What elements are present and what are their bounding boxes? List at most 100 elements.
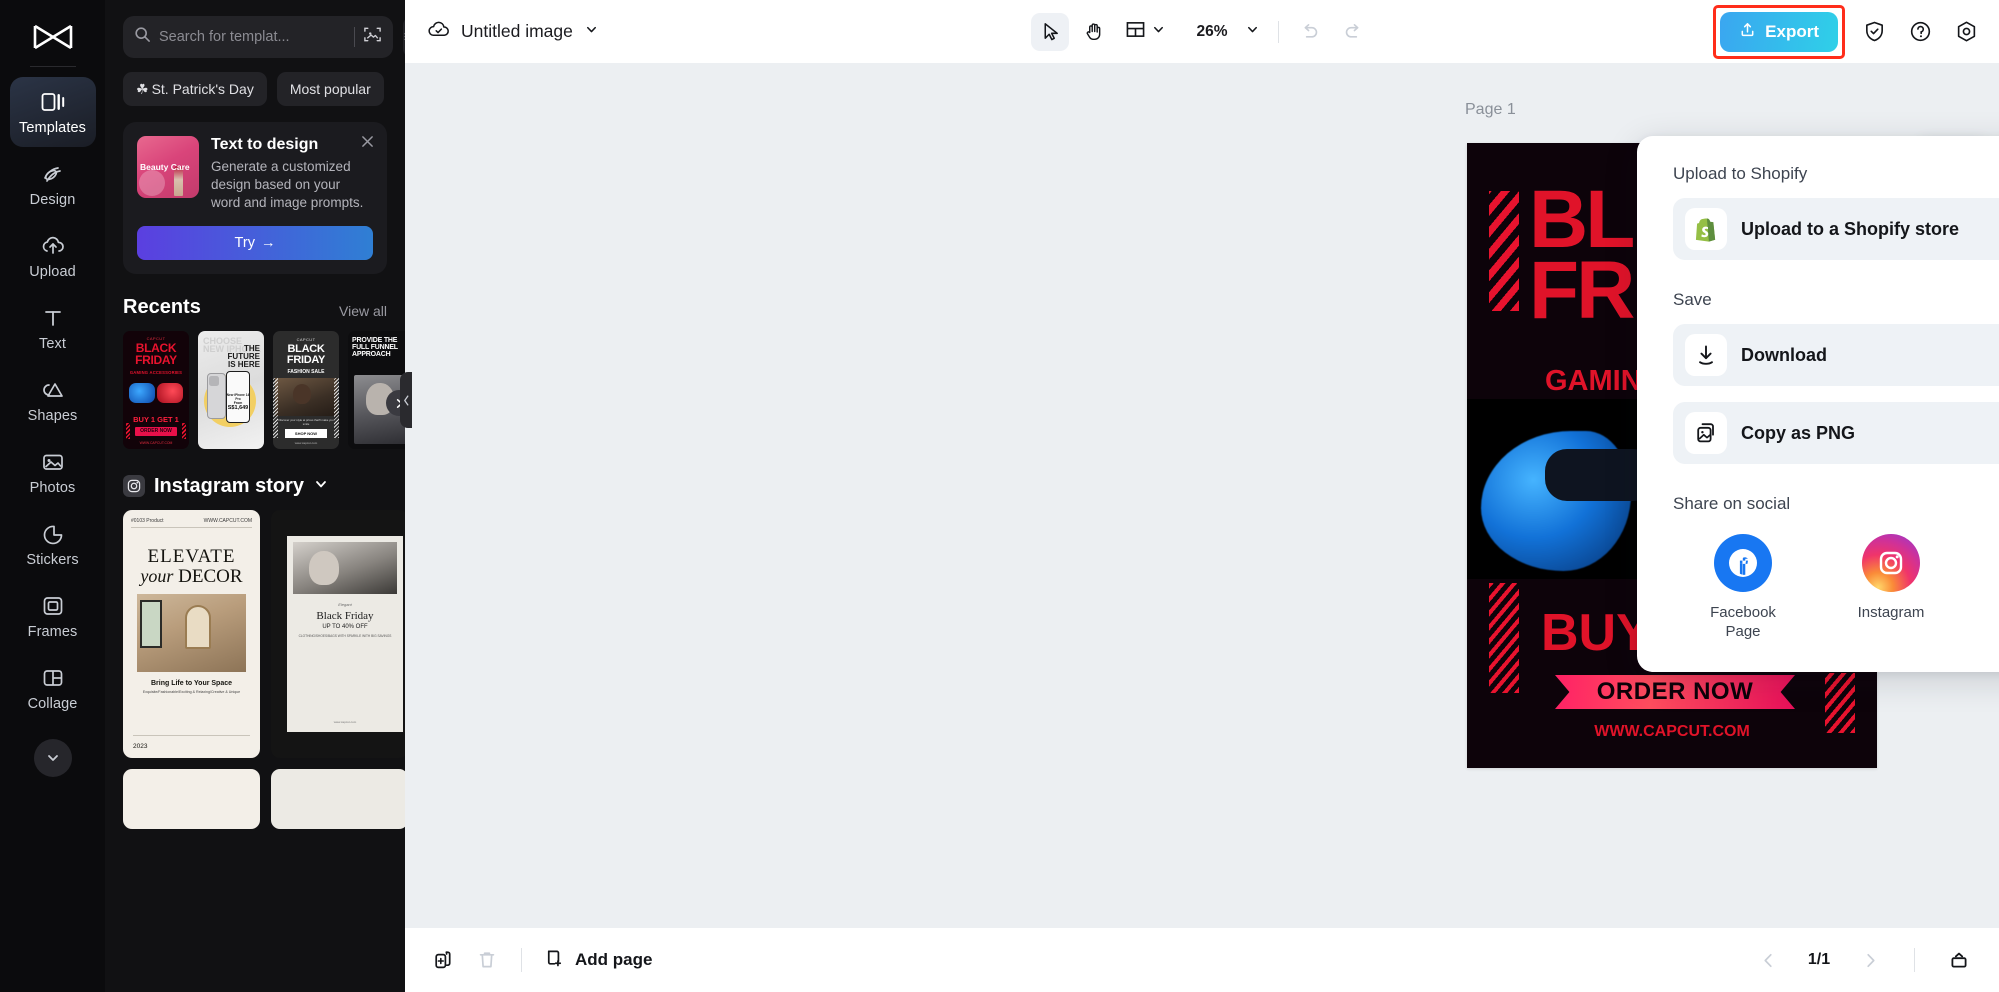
instagram-icon [123, 475, 145, 498]
card-subheadline: your DECOR [140, 565, 243, 587]
template-card-black-friday-elegant[interactable]: Elegant Black Friday UP TO 40% OFF CLOTH… [271, 509, 405, 758]
download-icon [1685, 334, 1727, 376]
shield-check-icon[interactable] [1857, 15, 1891, 49]
sidebar-item-shapes[interactable]: Shapes [10, 365, 96, 435]
photos-icon [40, 449, 66, 475]
template-card-partial[interactable] [123, 768, 260, 829]
templates-icon [40, 89, 66, 115]
recent-template-the-future-is-here[interactable]: CHOOSE NEW IPHONE THE FUTURE IS HERE New i… [198, 330, 264, 449]
recent-template-black-friday-gaming[interactable]: CAPCUT BLACK FRIDAY GAMING ACCESSORIES BU… [123, 330, 189, 449]
sidebar-item-label: Frames [27, 623, 78, 640]
sidebar-item-photos[interactable]: Photos [10, 437, 96, 507]
stickers-icon [40, 521, 66, 547]
copy-image-icon [1685, 412, 1727, 454]
top-toolbar: Untitled image 26% Export [405, 0, 1999, 63]
redo-button[interactable] [1335, 13, 1373, 51]
copy-as-png-label: Copy as PNG [1741, 422, 1856, 443]
thumb-cta: ORDER NOW [135, 426, 177, 436]
social-share-row: Facebook Page Instagram [1673, 534, 1999, 642]
template-card-elevate-your-decor[interactable]: #0103 Product WWW.CAPCUT.COM ELEVATE you… [123, 509, 260, 758]
settings-icon[interactable] [1949, 15, 1983, 49]
search-input[interactable] [159, 29, 346, 45]
artwork-stripes [1489, 191, 1519, 311]
template-card-partial[interactable] [271, 768, 405, 829]
search-row [123, 16, 405, 58]
chevron-down-icon[interactable] [584, 22, 599, 42]
clover-icon: ☘ [136, 80, 149, 97]
editor-main: Untitled image 26% Export Page 1 BL FR G… [405, 0, 1999, 992]
card-headline: ELEVATE [147, 545, 236, 567]
sidebar-item-text[interactable]: Text [10, 293, 96, 363]
chevron-down-icon [1151, 22, 1166, 42]
thumb-brand: CAPCUT [296, 336, 316, 342]
select-tool[interactable] [1031, 12, 1070, 51]
export-section-social: Share on social [1673, 494, 1791, 513]
capcut-logo-icon[interactable] [23, 14, 83, 60]
add-page-icon [544, 947, 565, 973]
thumb-url: www.capcut.com [294, 440, 318, 445]
card-year: 2023 [133, 742, 148, 750]
copy-as-png-row[interactable]: Copy as PNG [1673, 402, 1999, 464]
sidebar-item-stickers[interactable]: Stickers [10, 509, 96, 579]
cloud-saved-icon [427, 19, 450, 45]
share-instagram[interactable]: Instagram [1843, 534, 1939, 642]
sidebar-item-templates[interactable]: Templates [9, 77, 96, 147]
add-page-button[interactable]: Add page [536, 941, 660, 979]
collapse-panel-icon[interactable] [400, 372, 412, 428]
category-instagram-story[interactable]: Instagram story [123, 475, 387, 498]
chip-st-patricks-day[interactable]: ☘ St. Patrick's Day [123, 72, 267, 106]
trash-icon[interactable] [467, 940, 507, 980]
document-name[interactable]: Untitled image [427, 19, 599, 45]
artwork-url: WWW.CAPCUT.COM [1594, 723, 1750, 740]
image-search-icon[interactable] [363, 25, 382, 49]
hand-tool[interactable] [1075, 13, 1113, 51]
canvas-area[interactable]: Page 1 @ BLFR GAMING BUY ORDER NOW WWW.C… [405, 63, 1999, 927]
layout-tool[interactable] [1119, 14, 1172, 50]
try-button[interactable]: Try → [137, 225, 373, 260]
chip-label: Most popular [289, 81, 371, 97]
sidebar-item-upload[interactable]: Upload [10, 221, 96, 291]
duplicate-page-icon[interactable] [423, 940, 463, 980]
card-body: CLOTHING/SHOES/BAGS WITH SPARKLE WITH BI… [298, 633, 392, 638]
card-title: Black Friday [316, 609, 374, 622]
thumb-offer: BUY 1 GET 1 [133, 414, 179, 424]
recent-template-black-friday-fashion[interactable]: CAPCUT BLACK FRIDAY FASHION SALE Discover… [273, 330, 339, 449]
chevron-down-icon[interactable] [33, 739, 72, 777]
help-icon[interactable] [1903, 15, 1937, 49]
recents-header: Recents View all [123, 296, 387, 319]
page-grid-icon[interactable] [1939, 940, 1979, 980]
artwork-cta-ribbon: ORDER NOW [1555, 675, 1795, 709]
chevron-down-icon[interactable] [313, 476, 329, 497]
undo-button[interactable] [1291, 13, 1329, 51]
export-button[interactable]: Export [1720, 11, 1838, 52]
download-row[interactable]: Download [1673, 324, 1999, 386]
share-facebook-page[interactable]: Facebook Page [1695, 534, 1791, 642]
download-label: Download [1741, 344, 1827, 365]
collage-icon [40, 665, 66, 691]
rail-divider [29, 66, 76, 67]
category-template-grid: #0103 Product WWW.CAPCUT.COM ELEVATE you… [123, 509, 405, 758]
view-all-link[interactable]: View all [339, 303, 387, 319]
search-input-wrapper[interactable] [123, 16, 393, 58]
chevron-left-icon[interactable] [1748, 940, 1788, 980]
sidebar-item-label: Stickers [26, 551, 79, 568]
upload-to-shopify-row[interactable]: Upload to a Shopify store [1673, 198, 1999, 260]
toolbar-divider [1277, 20, 1279, 43]
zoom-control[interactable]: 26% [1190, 16, 1265, 48]
sidebar-item-label: Shapes [27, 407, 78, 424]
promo-thumbnail: Beauty Care [137, 136, 199, 198]
sidebar-item-frames[interactable]: Frames [10, 581, 96, 651]
sidebar-item-design[interactable]: Design [10, 149, 96, 219]
chevron-right-icon[interactable] [1850, 940, 1890, 980]
document-title: Untitled image [461, 21, 573, 41]
close-icon[interactable] [358, 132, 376, 150]
page-navigation: 1/1 [1748, 940, 1979, 980]
instagram-icon [1862, 534, 1920, 592]
promo-thumb-text: Beauty Care [140, 162, 190, 172]
artwork-cta: ORDER NOW [1596, 678, 1754, 705]
sidebar-item-collage[interactable]: Collage [10, 653, 96, 723]
category-title: Instagram story [154, 474, 305, 497]
promo-title: Text to design [211, 136, 319, 153]
artwork-stripes-2 [1489, 583, 1519, 693]
chip-most-popular[interactable]: Most popular [276, 72, 384, 106]
